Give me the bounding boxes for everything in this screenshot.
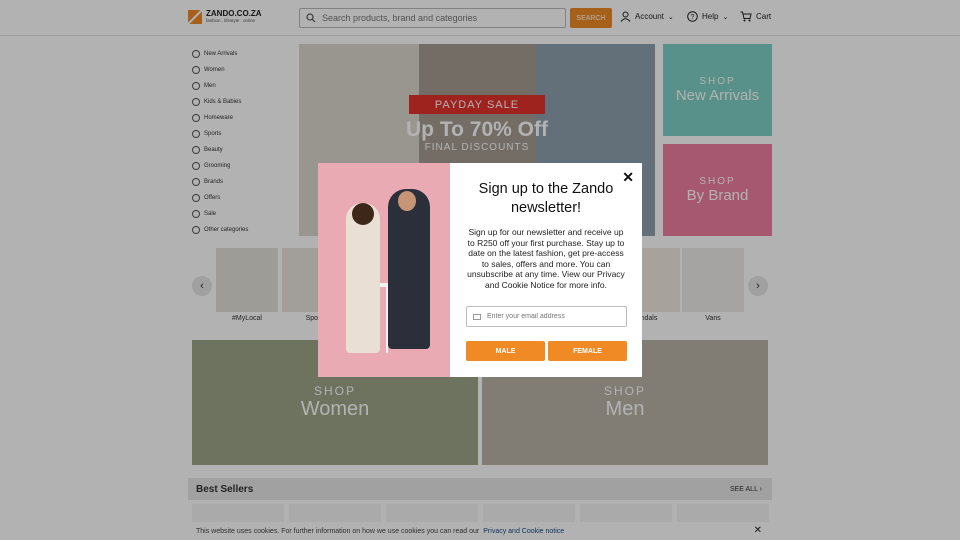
female-button[interactable]: FEMALE <box>548 341 627 361</box>
newsletter-modal: ✕ Sign up to the Zando newsletter! Sign … <box>318 163 642 377</box>
newsletter-modal-body: ✕ Sign up to the Zando newsletter! Sign … <box>450 163 642 377</box>
newsletter-description: Sign up for our newsletter and receive u… <box>467 227 625 290</box>
newsletter-title: Sign up to the Zando newsletter! <box>478 181 614 216</box>
email-field[interactable] <box>466 306 627 327</box>
email-input[interactable] <box>487 313 617 320</box>
model-man-shape <box>388 189 430 349</box>
newsletter-models-image <box>318 163 450 377</box>
model-man-head <box>398 191 416 211</box>
close-icon[interactable]: ✕ <box>622 169 634 186</box>
model-woman-head <box>352 203 374 225</box>
envelope-icon <box>473 313 481 320</box>
male-button[interactable]: MALE <box>466 341 545 361</box>
model-woman-shape <box>346 203 380 353</box>
